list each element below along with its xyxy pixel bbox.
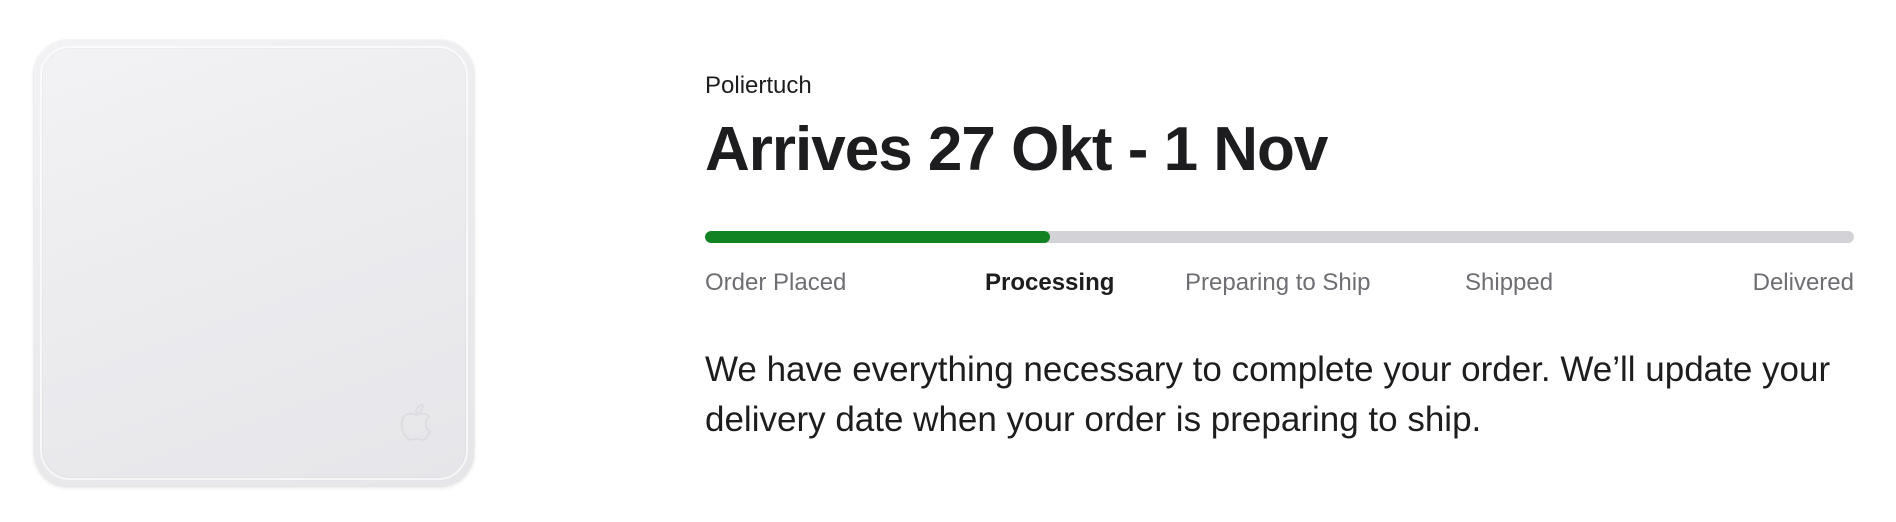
step-preparing-to-ship: Preparing to Ship [1185,269,1371,296]
step-order-placed: Order Placed [705,269,847,296]
delivery-estimate-headline: Arrives 27 Okt - 1 Nov [705,115,1328,184]
order-progress-bar [705,231,1854,243]
order-status-panel: Poliertuch Arrives 27 Okt - 1 Nov Order … [705,70,1855,439]
product-image [34,40,474,486]
apple-logo-icon [400,404,431,441]
step-processing: Processing [985,269,1115,296]
order-status-message: We have everything necessary to complete… [705,350,1831,439]
polishing-cloth-image [34,40,474,486]
order-progress-fill [705,231,1050,243]
product-name: Poliertuch [705,72,812,99]
step-delivered: Delivered [1752,269,1854,296]
step-shipped: Shipped [1465,269,1554,296]
order-progress-steps: Order Placed Processing Preparing to Shi… [705,267,1854,301]
